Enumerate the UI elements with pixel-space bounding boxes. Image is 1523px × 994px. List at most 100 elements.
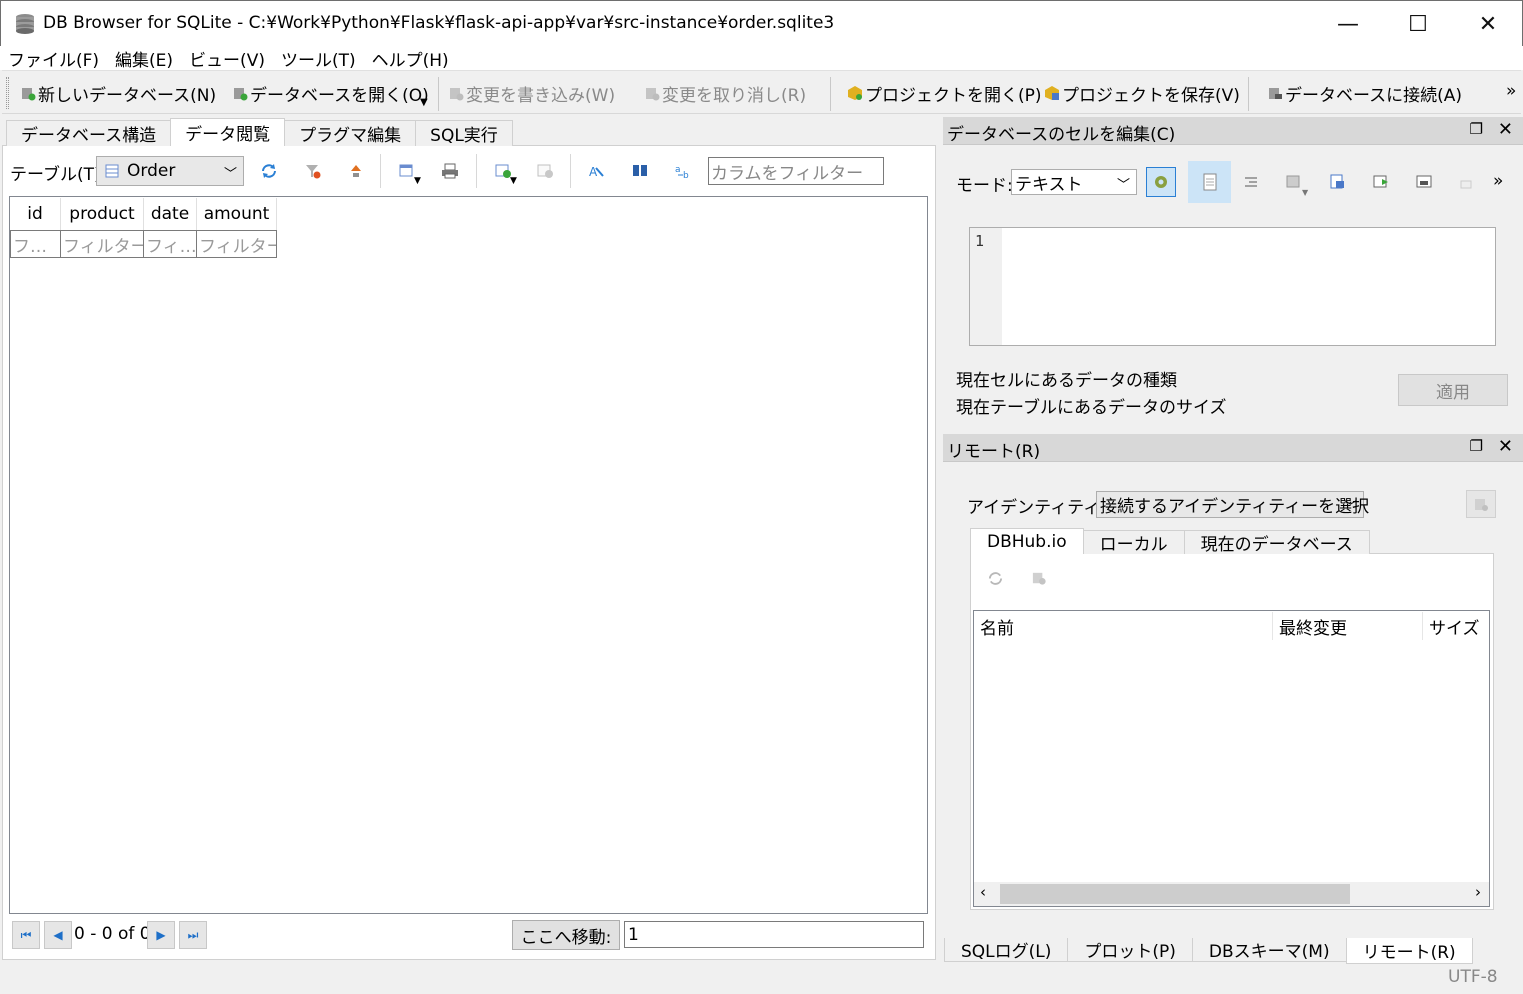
record-count: 0 - 0 of 0 — [74, 924, 151, 944]
filter-input-id[interactable]: フ… — [10, 230, 61, 258]
toolbar-separator — [1248, 77, 1249, 111]
tab-remote[interactable]: リモート(R) — [1345, 938, 1473, 964]
tab-edit-pragmas[interactable]: プラグマ編集 — [284, 120, 417, 146]
close-dock-icon[interactable]: ✕ — [1498, 119, 1513, 140]
maximize-button[interactable]: ☐ — [1383, 1, 1453, 47]
close-button[interactable]: ✕ — [1453, 1, 1523, 47]
import-icon[interactable] — [1285, 173, 1303, 191]
tab-local[interactable]: ローカル — [1082, 530, 1185, 555]
tab-plot[interactable]: プロット(P) — [1067, 938, 1193, 962]
save-project-button[interactable]: プロジェクトを保存(V) — [1044, 81, 1240, 106]
filter-input-product[interactable]: フィルター — [60, 230, 144, 258]
word-wrap-button[interactable] — [1188, 161, 1231, 203]
write-changes-button[interactable]: 変更を書き込み(W) — [448, 81, 615, 106]
column-header-id[interactable]: id — [10, 198, 61, 230]
cell-type-info: 現在セルにあるデータの種類 — [956, 371, 1177, 391]
horizontal-scrollbar[interactable]: ‹ › — [974, 882, 1489, 906]
goto-button[interactable]: ここへ移動: — [512, 920, 620, 950]
previous-icon: ◀ — [53, 928, 63, 942]
edit-cell-title: データベースのセルを編集(C) — [947, 125, 1176, 145]
menu-edit[interactable]: 編集(E) — [115, 46, 173, 71]
menu-bar: ファイル(F) 編集(E) ビュー(V) ツール(T) ヘルプ(H) — [0, 46, 1523, 71]
goto-input[interactable]: 1 — [624, 921, 924, 948]
data-grid[interactable] — [9, 196, 928, 914]
scroll-right-icon[interactable]: › — [1475, 883, 1481, 901]
last-record-button[interactable]: ⏭ — [179, 921, 207, 949]
identity-select[interactable]: 接続するアイデンティティーを選択 ﹀ — [1096, 491, 1369, 518]
next-record-button[interactable]: ▶ — [147, 921, 175, 949]
refresh-icon[interactable] — [987, 570, 1004, 587]
open-project-button[interactable]: プロジェクトを開く(P) — [847, 81, 1042, 106]
previous-record-button[interactable]: ◀ — [44, 921, 72, 949]
tab-browse-data[interactable]: データ閲覧 — [170, 118, 286, 146]
open-editor-icon[interactable] — [1415, 173, 1433, 191]
tab-sql-log[interactable]: SQLログ(L) — [944, 938, 1069, 962]
indent-icon[interactable] — [1243, 174, 1259, 190]
evaluate-icon[interactable] — [1458, 175, 1474, 191]
next-icon: ▶ — [156, 928, 166, 942]
toolbar-grip[interactable] — [6, 77, 9, 109]
menu-file[interactable]: ファイル(F) — [8, 46, 99, 71]
edit-cell-overflow-button[interactable]: » — [1493, 171, 1503, 191]
column-header-amount[interactable]: amount — [197, 198, 277, 230]
svg-text:b: b — [683, 171, 689, 180]
push-database-button[interactable] — [1466, 490, 1496, 518]
clone-database-icon[interactable] — [1031, 570, 1048, 587]
undock-icon[interactable]: ❐ — [1470, 120, 1483, 138]
toolbar-overflow-button[interactable]: » — [1506, 81, 1516, 101]
scroll-left-icon[interactable]: ‹ — [980, 883, 986, 901]
save-table-dropdown-icon[interactable]: ▼ — [414, 176, 421, 186]
apply-button[interactable]: 適用 — [1398, 374, 1508, 406]
set-null-icon[interactable] — [1372, 173, 1390, 191]
column-header-product[interactable]: product — [61, 198, 144, 230]
menu-help[interactable]: ヘルプ(H) — [372, 46, 449, 71]
push-icon — [1475, 499, 1488, 511]
open-database-dropdown-icon[interactable]: ▼ — [420, 97, 428, 108]
clear-sorting-icon[interactable] — [347, 162, 365, 180]
scrollbar-thumb[interactable] — [1000, 884, 1350, 904]
auto-format-button[interactable] — [1146, 167, 1176, 197]
mode-select[interactable]: テキスト ﹀ — [1011, 169, 1137, 195]
tab-db-schema[interactable]: DBスキーマ(M) — [1191, 938, 1347, 962]
insert-record-dropdown-icon[interactable]: ▼ — [510, 176, 517, 186]
column-header-date[interactable]: date — [144, 198, 197, 230]
table-select[interactable]: Order ﹀ — [96, 156, 244, 186]
replace-icon[interactable]: ab — [674, 162, 692, 180]
minimize-button[interactable]: — — [1313, 1, 1383, 47]
column-header-name[interactable]: 名前 — [974, 612, 1273, 640]
print-icon[interactable] — [441, 162, 459, 180]
new-database-button[interactable]: 新しいデータベース(N) — [20, 81, 216, 106]
tab-current-database[interactable]: 現在のデータベース — [1183, 530, 1370, 555]
chevron-down-icon: ﹀ — [1116, 178, 1130, 193]
database-icon — [16, 14, 34, 34]
tab-dbhub[interactable]: DBHub.io — [970, 528, 1084, 554]
cell-editor[interactable]: 1 — [969, 227, 1496, 346]
menu-tools[interactable]: ツール(T) — [281, 46, 356, 71]
column-header-size[interactable]: サイズ — [1423, 612, 1489, 640]
tab-execute-sql[interactable]: SQL実行 — [415, 120, 513, 146]
chevron-down-icon: ﹀ — [223, 167, 237, 182]
open-database-button[interactable]: データベースを開く(O) — [232, 81, 429, 106]
first-icon: ⏮ — [20, 927, 32, 942]
undock-icon[interactable]: ❐ — [1470, 437, 1483, 455]
filter-input-amount[interactable]: フィルター — [196, 230, 277, 258]
find-replace-icon[interactable] — [631, 162, 649, 180]
refresh-icon[interactable] — [260, 162, 278, 180]
tab-database-structure[interactable]: データベース構造 — [6, 120, 172, 146]
first-record-button[interactable]: ⏮ — [12, 921, 40, 949]
export-icon[interactable] — [1329, 173, 1347, 191]
delete-record-icon[interactable] — [536, 162, 554, 180]
remote-title: リモート(R) — [947, 442, 1041, 462]
menu-view[interactable]: ビュー(V) — [189, 46, 265, 71]
column-header-last-modified[interactable]: 最終変更 — [1273, 612, 1423, 640]
revert-changes-button[interactable]: 変更を取り消し(R) — [644, 81, 806, 106]
remote-file-list[interactable] — [973, 610, 1490, 907]
column-filter-input[interactable]: カラムをフィルター — [708, 157, 884, 185]
toolbar-separator — [438, 77, 439, 111]
find-icon[interactable]: A — [588, 162, 606, 180]
close-dock-icon[interactable]: ✕ — [1498, 436, 1513, 457]
import-dropdown-icon[interactable]: ▼ — [1302, 188, 1308, 197]
clear-filters-icon[interactable] — [304, 162, 322, 180]
filter-input-date[interactable]: フィ… — [143, 230, 197, 258]
attach-database-button[interactable]: データベースに接続(A) — [1267, 81, 1462, 106]
